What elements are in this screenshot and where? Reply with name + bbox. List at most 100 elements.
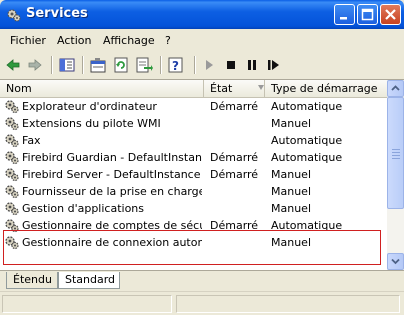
- service-startup-type: Manuel: [271, 185, 311, 198]
- back-arrow-icon: [6, 59, 20, 71]
- title-bar[interactable]: Services: [0, 0, 404, 29]
- service-state: Démarré: [210, 100, 259, 113]
- column-header-startup-type[interactable]: Type de démarrage: [265, 80, 387, 97]
- scroll-down-button[interactable]: [387, 253, 404, 270]
- service-startup-type: Automatique: [271, 100, 343, 113]
- service-gear-icon: [5, 202, 19, 216]
- scroll-grip: [392, 155, 400, 156]
- service-gear-icon: [5, 168, 19, 182]
- console-tree-button[interactable]: [57, 55, 77, 75]
- menu-fichier[interactable]: Fichier: [10, 34, 46, 47]
- console-tree-icon: [59, 58, 75, 72]
- service-gear-icon: [5, 134, 19, 148]
- maximize-icon: [361, 8, 374, 21]
- sort-arrow-icon: [258, 85, 264, 90]
- pause-icon: [248, 60, 256, 70]
- service-name: Gestion d'applications: [22, 202, 145, 215]
- service-row[interactable]: Fax Automatique: [0, 132, 387, 149]
- maximize-button[interactable]: [357, 4, 378, 25]
- vertical-scrollbar[interactable]: [387, 80, 404, 270]
- service-name: Explorateur d'ordinateur: [22, 100, 157, 113]
- menu-help[interactable]: ?: [165, 34, 171, 47]
- column-header-name[interactable]: Nom: [0, 80, 204, 97]
- highlight-box: [3, 230, 381, 265]
- toolbar-separator: [51, 56, 53, 74]
- service-startup-type: Manuel: [271, 202, 311, 215]
- tab-etendu[interactable]: Étendu: [6, 272, 58, 289]
- scroll-grip: [392, 158, 400, 159]
- service-row[interactable]: Extensions du pilote WMI Manuel: [0, 115, 387, 132]
- status-panel: [176, 295, 400, 313]
- view-tabs: Étendu Standard: [0, 270, 404, 291]
- export-list-button[interactable]: [134, 55, 154, 75]
- chevron-up-icon: [391, 85, 400, 91]
- export-list-icon: [136, 57, 153, 73]
- service-name: Firebird Server - DefaultInstance: [22, 168, 201, 181]
- toolbar-separator: [160, 56, 162, 74]
- refresh-button[interactable]: [111, 55, 131, 75]
- service-row[interactable]: Explorateur d'ordinateur Démarré Automatiq…: [0, 98, 387, 115]
- service-gear-icon: [5, 117, 19, 131]
- properties-icon: [90, 58, 106, 73]
- service-row[interactable]: Firebird Guardian - DefaultInstance Démar…: [0, 149, 387, 166]
- service-name: Extensions du pilote WMI: [22, 117, 161, 130]
- back-button[interactable]: [3, 55, 23, 75]
- service-gear-icon: [5, 100, 19, 114]
- service-gear-icon: [5, 151, 19, 165]
- service-row[interactable]: Gestion d'applications Manuel: [0, 200, 387, 217]
- scroll-grip: [392, 149, 400, 150]
- menu-affichage[interactable]: Affichage: [103, 34, 155, 47]
- toolbar-separator: [82, 56, 84, 74]
- menu-bar: Fichier Action Affichage ?: [0, 29, 404, 52]
- service-state: Démarré: [210, 151, 259, 164]
- gear-icon: [7, 9, 21, 22]
- stop-icon: [227, 61, 235, 69]
- service-startup-type: Automatique: [271, 134, 343, 147]
- properties-button[interactable]: [88, 55, 108, 75]
- refresh-icon: [114, 57, 128, 73]
- column-header-state[interactable]: État: [204, 80, 265, 97]
- minimize-button[interactable]: [334, 4, 355, 25]
- service-startup-type: Automatique: [271, 151, 343, 164]
- close-icon: [385, 9, 396, 20]
- restart-service-button[interactable]: [264, 55, 284, 75]
- restart-icon: [268, 60, 279, 70]
- forward-button[interactable]: [25, 55, 45, 75]
- toolbar-separator: [194, 56, 196, 74]
- help-icon: ?: [168, 57, 183, 73]
- status-bar: [0, 291, 404, 315]
- toolbar: ?: [0, 51, 404, 80]
- forward-arrow-icon: [28, 59, 42, 71]
- service-startup-type: Manuel: [271, 117, 311, 130]
- list-header: Nom État Type de démarrage: [0, 80, 387, 98]
- scroll-up-button[interactable]: [387, 80, 404, 97]
- svg-text:?: ?: [172, 59, 179, 73]
- service-gear-icon: [5, 185, 19, 199]
- list-rows: Explorateur d'ordinateur Démarré Automatiq…: [0, 98, 387, 251]
- minimize-icon: [340, 17, 347, 20]
- scroll-thumb[interactable]: [387, 97, 404, 209]
- service-state: [210, 200, 265, 217]
- service-startup-type: Manuel: [271, 168, 311, 181]
- start-service-button[interactable]: [199, 55, 219, 75]
- services-list[interactable]: Nom État Type de démarrage Explorateur d…: [0, 80, 387, 270]
- service-name: Firebird Guardian - DefaultInstance: [22, 151, 202, 164]
- window-title: Services: [26, 6, 88, 21]
- stop-service-button[interactable]: [221, 55, 241, 75]
- service-state: Démarré: [210, 168, 259, 181]
- close-button[interactable]: [380, 4, 401, 25]
- tab-standard[interactable]: Standard: [58, 272, 120, 289]
- service-state: [210, 132, 265, 149]
- status-panel: [2, 295, 172, 313]
- help-button[interactable]: ?: [166, 55, 186, 75]
- pause-service-button[interactable]: [242, 55, 262, 75]
- service-name: Fax: [22, 134, 41, 147]
- menu-action[interactable]: Action: [57, 34, 91, 47]
- chevron-down-icon: [391, 258, 400, 265]
- service-row[interactable]: Fournisseur de la prise en charge ... Man…: [0, 183, 387, 200]
- service-row[interactable]: Firebird Server - DefaultInstance Démarré…: [0, 166, 387, 183]
- service-state: [210, 183, 265, 200]
- scroll-grip: [392, 152, 400, 153]
- service-state: [210, 115, 265, 132]
- play-icon: [206, 60, 213, 70]
